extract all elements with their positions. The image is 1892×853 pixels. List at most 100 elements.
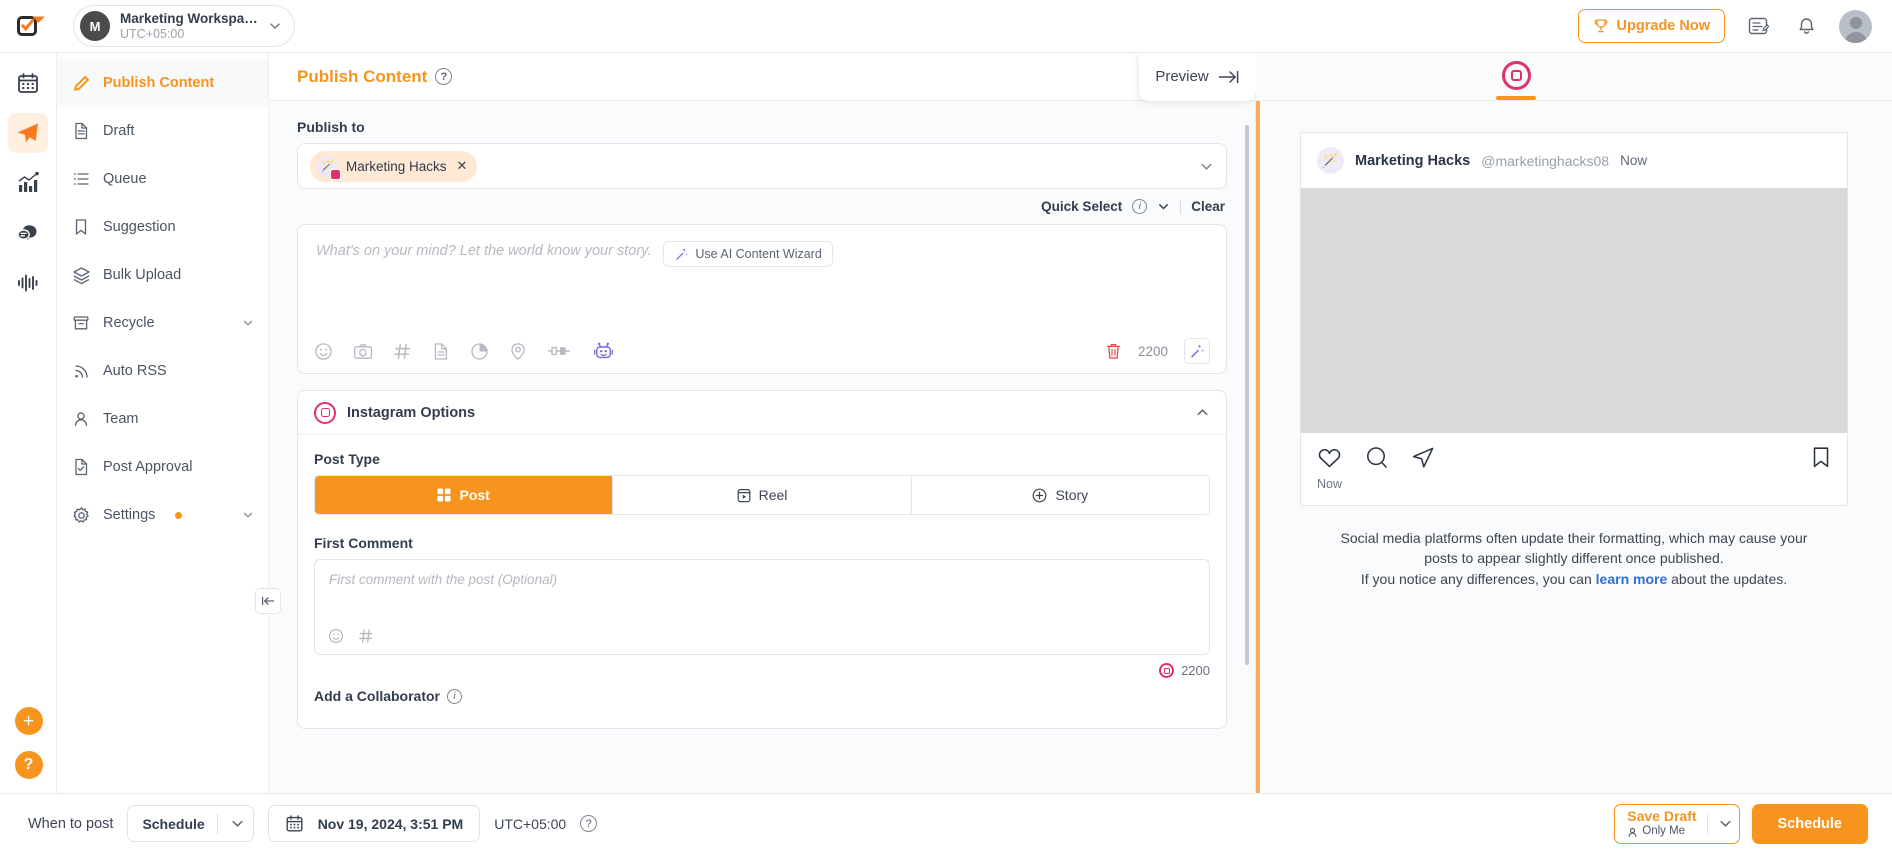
emoji-icon[interactable] (328, 628, 344, 644)
disclaimer-line-3: If you notice any differences, you can l… (1328, 569, 1820, 589)
rail-item-calendar[interactable] (8, 63, 48, 103)
pencil-icon (71, 73, 91, 93)
instagram-post-preview-card: 🪄 Marketing Hacks @marketinghacks08 Now (1300, 132, 1848, 506)
sidebar-item-bulk-upload[interactable]: Bulk Upload (57, 251, 268, 299)
sidebar-item-draft[interactable]: Draft (57, 107, 268, 155)
composer-placeholder: What's on your mind? Let the world know … (316, 243, 652, 259)
hashtag-icon[interactable] (393, 342, 412, 361)
bookmark-icon[interactable] (1811, 446, 1831, 469)
location-pin-icon[interactable] (509, 342, 527, 361)
sidebar-item-suggestion[interactable]: Suggestion (57, 203, 268, 251)
composer-char-count: 2200 (1137, 343, 1168, 359)
schedule-mode-select[interactable]: Schedule (127, 805, 254, 842)
post-type-post[interactable]: Post (315, 476, 614, 514)
sidebar-item-team[interactable]: Team (57, 395, 268, 443)
sidebar-item-post-approval[interactable]: Post Approval (57, 443, 268, 491)
rail-item-listening[interactable] (8, 263, 48, 303)
sidebar-collapse-toggle[interactable] (255, 588, 281, 614)
grid-icon (437, 488, 451, 502)
robot-icon[interactable] (593, 341, 614, 361)
post-type-story-label: Story (1055, 487, 1089, 503)
sidebar-item-label: Bulk Upload (103, 267, 182, 283)
delete-trash-icon[interactable] (1105, 342, 1122, 360)
rail-item-publish[interactable] (8, 113, 48, 153)
info-icon[interactable]: i (447, 688, 463, 704)
preview-platform-tab-instagram[interactable] (1496, 61, 1536, 100)
ai-content-wizard-button[interactable]: Use AI Content Wizard (663, 241, 833, 267)
learn-more-link[interactable]: learn more (1596, 571, 1668, 587)
trophy-icon (1593, 18, 1609, 34)
info-icon[interactable]: i (1132, 199, 1148, 214)
comment-bubble-icon[interactable] (1365, 446, 1388, 469)
scrollbar-thumb[interactable] (1245, 125, 1249, 665)
chevron-up-icon[interactable] (1195, 405, 1210, 420)
sidebar-item-settings[interactable]: Settings (57, 491, 268, 539)
schedule-datetime-picker[interactable]: Nov 19, 2024, 3:51 PM (267, 805, 481, 842)
quick-select-label[interactable]: Quick Select (1041, 199, 1122, 214)
document-icon[interactable] (432, 342, 450, 361)
chevron-down-icon[interactable] (1718, 816, 1733, 831)
share-paper-plane-icon[interactable] (1411, 446, 1435, 469)
clear-button[interactable]: Clear (1191, 199, 1225, 214)
timezone-help-icon[interactable]: ? (580, 815, 598, 832)
workspace-selector[interactable]: M Marketing Workspa… UTC+05:00 (73, 5, 295, 47)
icon-rail: + ? (0, 53, 57, 793)
instagram-icon (1159, 663, 1175, 678)
add-button[interactable]: + (14, 707, 43, 735)
post-type-reel[interactable]: Reel (613, 476, 912, 514)
archive-icon (71, 313, 91, 333)
upgrade-now-button[interactable]: Upgrade Now (1577, 9, 1725, 43)
sidebar-item-label: Recycle (103, 315, 155, 331)
quick-select-caret-icon[interactable] (1157, 200, 1170, 213)
preview-toggle-button[interactable]: Preview (1139, 52, 1256, 101)
first-comment-input[interactable]: First comment with the post (Optional) (314, 559, 1210, 655)
sidebar-item-label: Auto RSS (103, 363, 167, 379)
instagram-options-header[interactable]: Instagram Options (298, 391, 1226, 435)
publish-form-scroll: Publish to 🪄 Marketing Hacks ✕ Quick Sel… (269, 101, 1255, 793)
save-draft-button[interactable]: Save Draft Only Me (1614, 803, 1740, 844)
add-collaborator-label: Add a Collaborator (314, 688, 441, 704)
schedule-button[interactable]: Schedule (1751, 803, 1868, 844)
compose-note-icon[interactable] (1743, 11, 1773, 41)
checkbox-arrow-logo-icon (16, 10, 45, 38)
disclaimer-line-3-pre: If you notice any differences, you can (1360, 570, 1596, 587)
post-type-post-label: Post (459, 487, 490, 503)
chevron-down-icon (242, 509, 254, 521)
first-comment-toolbar (328, 628, 374, 644)
notifications-bell-icon[interactable] (1791, 11, 1821, 41)
arrow-right-to-line-icon (1218, 70, 1240, 84)
publish-to-field[interactable]: 🪄 Marketing Hacks ✕ (297, 143, 1227, 189)
emoji-icon[interactable] (314, 342, 333, 361)
help-button[interactable]: ? (14, 751, 43, 779)
ai-wand-button[interactable] (1184, 338, 1210, 364)
like-heart-icon[interactable] (1317, 446, 1342, 469)
preview-disclaimer: Social media platforms often update thei… (1300, 506, 1848, 589)
preview-header: Preview (1139, 52, 1892, 101)
composer-input-area[interactable]: What's on your mind? Let the world know … (298, 225, 1226, 329)
remove-account-icon[interactable]: ✕ (457, 158, 468, 174)
camera-icon[interactable] (353, 342, 373, 361)
hashtag-icon[interactable] (358, 628, 374, 644)
sidebar: Publish Content Draft Queue Suggestion B… (57, 53, 281, 793)
sidebar-item-recycle[interactable]: Recycle (57, 299, 268, 347)
preview-post-header: 🪄 Marketing Hacks @marketinghacks08 Now (1301, 133, 1847, 188)
rail-item-analytics[interactable] (8, 163, 48, 203)
app-logo[interactable] (0, 10, 57, 38)
chart-pie-icon[interactable] (470, 342, 489, 361)
post-type-story[interactable]: Story (911, 476, 1209, 514)
plug-icon[interactable] (547, 343, 573, 359)
user-avatar[interactable] (1839, 9, 1872, 43)
selected-account-chip[interactable]: 🪄 Marketing Hacks ✕ (310, 150, 478, 182)
sidebar-item-publish-content[interactable]: Publish Content (57, 59, 268, 107)
rail-item-inbox[interactable] (8, 213, 48, 253)
help-question-icon[interactable]: ? (435, 68, 453, 85)
app-root: M Marketing Workspa… UTC+05:00 Upgrade N… (0, 0, 1892, 853)
instagram-options-body: Post Type Post Reel Story First Comment … (298, 435, 1226, 728)
timezone-label: UTC+05:00 (494, 815, 567, 832)
save-draft-label: Save Draft (1627, 808, 1697, 825)
divider (216, 813, 218, 834)
chevron-down-icon[interactable] (1199, 159, 1214, 174)
sidebar-item-queue[interactable]: Queue (57, 155, 268, 203)
sidebar-item-auto-rss[interactable]: Auto RSS (57, 347, 268, 395)
disclaimer-line-2: posts to appear slightly different once … (1424, 550, 1724, 567)
